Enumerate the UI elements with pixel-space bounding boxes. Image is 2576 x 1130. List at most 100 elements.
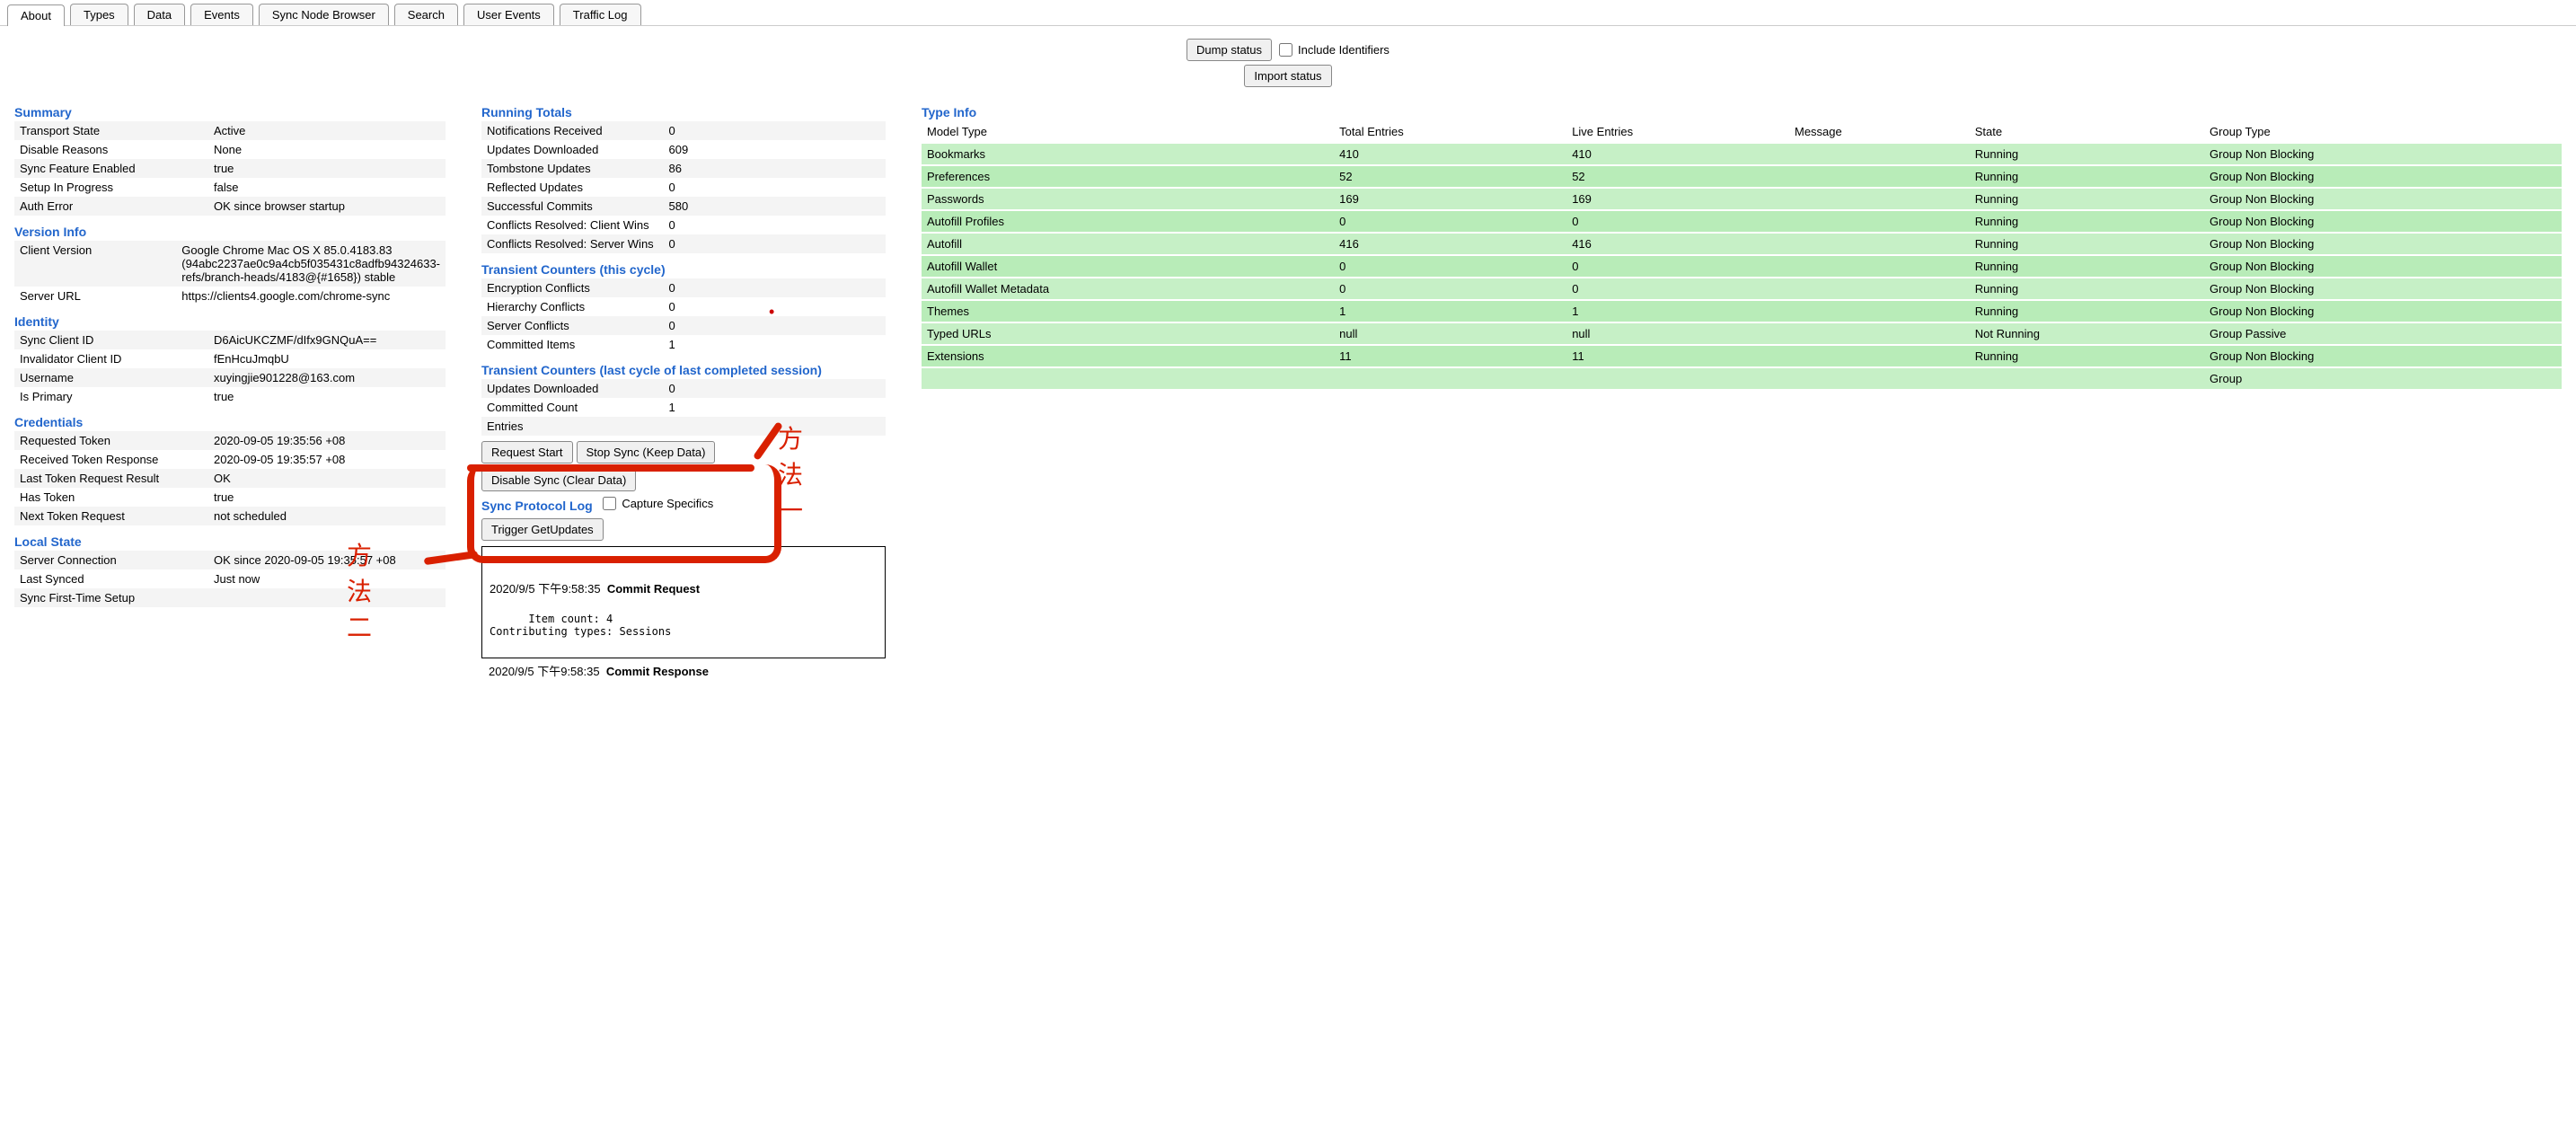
- top-controls: Dump status Include Identifiers Import s…: [0, 26, 2576, 96]
- trigger-getupdates-button[interactable]: Trigger GetUpdates: [481, 518, 604, 541]
- kv-key: Next Token Request: [14, 507, 208, 525]
- kv-key: Last Token Request Result: [14, 469, 208, 488]
- kv-key: Conflicts Resolved: Server Wins: [481, 234, 664, 253]
- type-row: Themes11RunningGroup Non Blocking: [922, 300, 2562, 322]
- type-row: Autofill Profiles00RunningGroup Non Bloc…: [922, 210, 2562, 233]
- kv-row: Hierarchy Conflicts0: [481, 297, 886, 316]
- type-cell: Group Non Blocking: [2204, 165, 2562, 188]
- tab-traffic-log[interactable]: Traffic Log: [560, 4, 641, 25]
- version-info-table: Client VersionGoogle Chrome Mac OS X 85.…: [14, 241, 446, 305]
- kv-row: Successful Commits580: [481, 197, 886, 216]
- type-cell: [1789, 210, 1970, 233]
- tab-data[interactable]: Data: [134, 4, 185, 25]
- kv-row: Encryption Conflicts0: [481, 278, 886, 297]
- kv-value: OK since 2020-09-05 19:35:57 +08: [208, 551, 446, 569]
- kv-key: Updates Downloaded: [481, 379, 664, 398]
- kv-value: 0: [664, 178, 887, 197]
- type-cell: 0: [1566, 210, 1789, 233]
- type-info-title: Type Info: [922, 105, 2562, 119]
- type-row: Extensions1111RunningGroup Non Blocking: [922, 345, 2562, 367]
- local-state-title: Local State: [14, 534, 446, 549]
- capture-specifics-checkbox[interactable]: [603, 497, 616, 510]
- kv-value: 86: [664, 159, 887, 178]
- type-cell: Group Non Blocking: [2204, 143, 2562, 165]
- include-identifiers-checkbox[interactable]: [1279, 43, 1292, 57]
- type-cell: Running: [1970, 143, 2204, 165]
- kv-value: https://clients4.google.com/chrome-sync: [176, 287, 446, 305]
- type-cell: [1789, 367, 1970, 389]
- type-cell: 11: [1566, 345, 1789, 367]
- tab-user-events[interactable]: User Events: [463, 4, 554, 25]
- type-cell: Group Non Blocking: [2204, 278, 2562, 300]
- disable-sync-button[interactable]: Disable Sync (Clear Data): [481, 469, 636, 491]
- credentials-table: Requested Token2020-09-05 19:35:56 +08Re…: [14, 431, 446, 525]
- type-cell: null: [1334, 322, 1566, 345]
- type-cell: [1789, 143, 1970, 165]
- type-cell: [1970, 367, 2204, 389]
- type-cell: 0: [1566, 255, 1789, 278]
- kv-key: Sync Client ID: [14, 331, 208, 349]
- tab-types[interactable]: Types: [70, 4, 128, 25]
- log-entry-body: Item count: 4 Contributing types: Sessio…: [490, 613, 671, 638]
- type-row: Autofill Wallet00RunningGroup Non Blocki…: [922, 255, 2562, 278]
- kv-row: Auth ErrorOK since browser startup: [14, 197, 446, 216]
- protocol-log-title: Sync Protocol Log: [481, 499, 593, 513]
- kv-key: Conflicts Resolved: Client Wins: [481, 216, 664, 234]
- tab-about[interactable]: About: [7, 4, 65, 26]
- type-cell: Extensions: [922, 345, 1334, 367]
- kv-row: Updates Downloaded0: [481, 379, 886, 398]
- type-cell: Preferences: [922, 165, 1334, 188]
- kv-row: Reflected Updates0: [481, 178, 886, 197]
- kv-value: None: [208, 140, 446, 159]
- kv-key: Sync First-Time Setup: [14, 588, 208, 607]
- kv-key: Received Token Response: [14, 450, 208, 469]
- running-totals-table: Notifications Received0Updates Downloade…: [481, 121, 886, 253]
- type-info-table: Model TypeTotal EntriesLive EntriesMessa…: [922, 121, 2562, 389]
- protocol-log-entry: 2020/9/5 下午9:58:35 Commit Request Item c…: [481, 546, 886, 658]
- request-start-button[interactable]: Request Start: [481, 441, 573, 463]
- tab-sync-node-browser[interactable]: Sync Node Browser: [259, 4, 389, 25]
- type-cell: Running: [1970, 165, 2204, 188]
- kv-value: 1: [664, 335, 887, 354]
- tab-bar: About Types Data Events Sync Node Browse…: [0, 0, 2576, 26]
- log-entry2-time: 2020/9/5 下午9:58:35: [489, 665, 600, 678]
- tab-events[interactable]: Events: [190, 4, 253, 25]
- kv-key: Updates Downloaded: [481, 140, 664, 159]
- kv-row: Requested Token2020-09-05 19:35:56 +08: [14, 431, 446, 450]
- kv-row: Tombstone Updates86: [481, 159, 886, 178]
- col-mid: Running Totals Notifications Received0Up…: [481, 96, 886, 679]
- type-cell: Running: [1970, 345, 2204, 367]
- capture-specifics-label[interactable]: Capture Specifics: [603, 497, 713, 510]
- kv-value: 1: [664, 398, 887, 417]
- kv-value: 0: [664, 234, 887, 253]
- dump-status-button[interactable]: Dump status: [1187, 39, 1272, 61]
- type-row: Bookmarks410410RunningGroup Non Blocking: [922, 143, 2562, 165]
- type-row: Group: [922, 367, 2562, 389]
- type-header-cell: Message: [1789, 121, 1970, 143]
- include-identifiers-label[interactable]: Include Identifiers: [1279, 43, 1389, 57]
- type-row: Passwords169169RunningGroup Non Blocking: [922, 188, 2562, 210]
- tab-search[interactable]: Search: [394, 4, 458, 25]
- kv-row: Has Tokentrue: [14, 488, 446, 507]
- kv-row: Updates Downloaded609: [481, 140, 886, 159]
- kv-value: 0: [664, 379, 887, 398]
- kv-key: Server Connection: [14, 551, 208, 569]
- kv-value: Google Chrome Mac OS X 85.0.4183.83 (94a…: [176, 241, 446, 287]
- kv-key: Invalidator Client ID: [14, 349, 208, 368]
- type-cell: 169: [1334, 188, 1566, 210]
- type-cell: Bookmarks: [922, 143, 1334, 165]
- running-totals-title: Running Totals: [481, 105, 886, 119]
- stop-sync-button[interactable]: Stop Sync (Keep Data): [577, 441, 716, 463]
- type-row: Autofill Wallet Metadata00RunningGroup N…: [922, 278, 2562, 300]
- kv-value: not scheduled: [208, 507, 446, 525]
- kv-value: OK since browser startup: [208, 197, 446, 216]
- identity-table: Sync Client IDD6AicUKCZMF/dIfx9GNQuA==In…: [14, 331, 446, 406]
- kv-row: Usernamexuyingjie901228@163.com: [14, 368, 446, 387]
- kv-row: Server URLhttps://clients4.google.com/ch…: [14, 287, 446, 305]
- kv-key: Has Token: [14, 488, 208, 507]
- type-cell: 0: [1334, 255, 1566, 278]
- import-status-button[interactable]: Import status: [1244, 65, 1331, 87]
- sync-action-row: Request Start Stop Sync (Keep Data): [481, 441, 886, 463]
- kv-key: Server URL: [14, 287, 176, 305]
- type-cell: [1789, 165, 1970, 188]
